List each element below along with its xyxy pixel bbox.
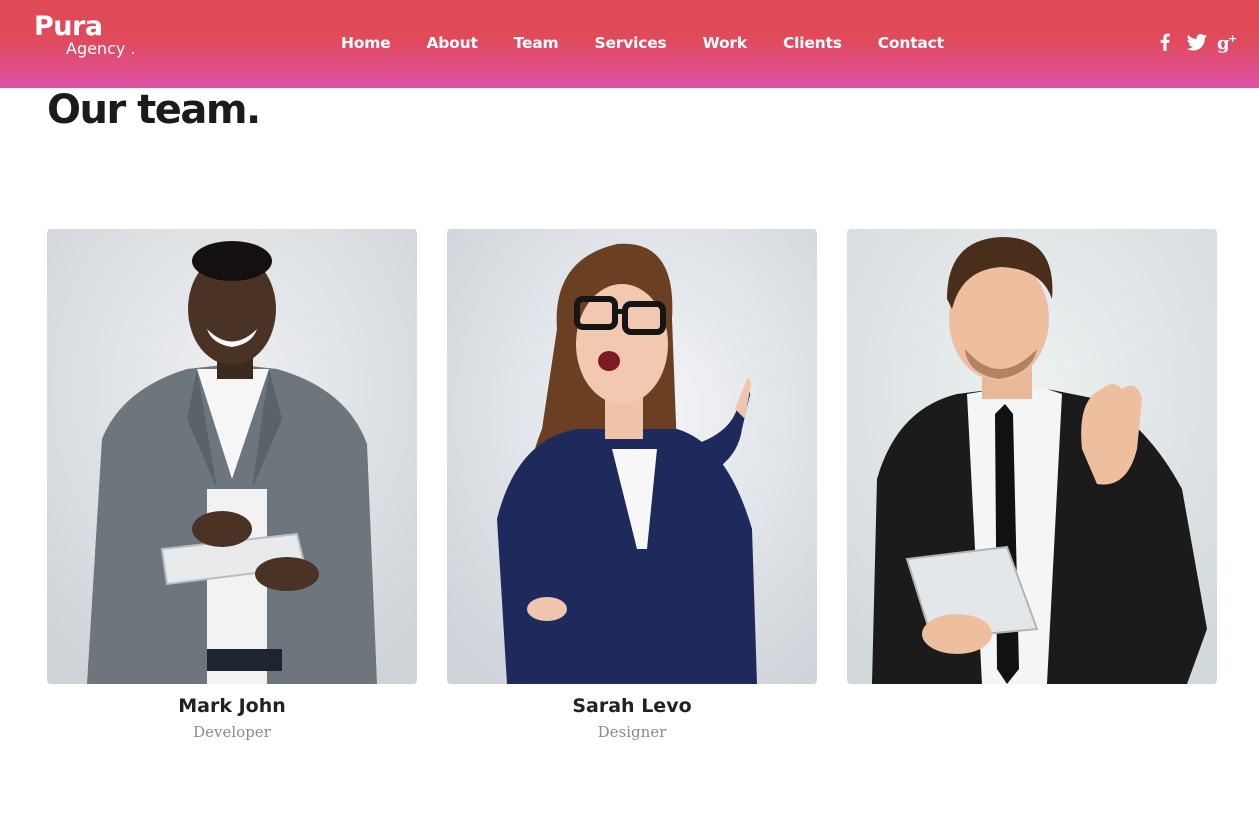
team-member-name: Mark John [178, 695, 286, 717]
brand-name: Pura [34, 11, 103, 42]
social-links: g + [1145, 30, 1241, 54]
team-card: Sarah Levo Designer [447, 229, 817, 742]
brand-tagline: Agency . [66, 39, 136, 58]
team-member-name: Sarah Levo [572, 695, 692, 717]
nav-link-about[interactable]: About [426, 33, 477, 55]
team-member-role: Developer [193, 723, 271, 741]
nav-link-work[interactable]: Work [703, 33, 748, 55]
page-title: Our team. [47, 87, 261, 133]
team-member-photo[interactable] [447, 229, 817, 684]
main-nav: Home About Team Services Work Clients Co… [341, 33, 980, 55]
nav-link-team[interactable]: Team [514, 33, 559, 55]
nav-link-home[interactable]: Home [341, 33, 391, 55]
facebook-icon[interactable] [1153, 30, 1177, 54]
team-card [847, 229, 1217, 695]
site-header: Pura Agency . Home About Team Services W… [0, 0, 1259, 88]
team-card: Mark John Developer [47, 229, 417, 742]
google-plus-icon[interactable]: g + [1217, 30, 1241, 54]
svg-text:+: + [1228, 32, 1237, 45]
twitter-icon[interactable] [1185, 30, 1209, 54]
nav-link-services[interactable]: Services [595, 33, 667, 55]
nav-link-clients[interactable]: Clients [783, 33, 842, 55]
nav-link-contact[interactable]: Contact [878, 33, 944, 55]
brand-logo[interactable]: Pura Agency . [34, 12, 136, 58]
team-member-photo[interactable] [47, 229, 417, 684]
team-member-photo[interactable] [847, 229, 1217, 684]
team-member-role: Designer [597, 723, 667, 741]
